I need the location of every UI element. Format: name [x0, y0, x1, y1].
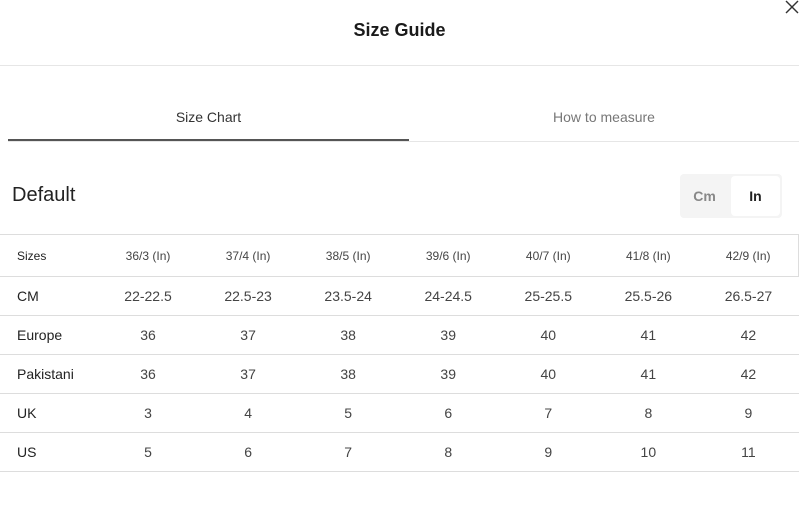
table-cell: 25.5-26: [598, 276, 699, 316]
table-cell: 37: [198, 354, 299, 394]
row-label: Europe: [0, 315, 98, 355]
section-title: Default: [12, 184, 76, 206]
table-cell: 38: [298, 354, 399, 394]
close-button[interactable]: [785, 0, 799, 14]
modal-title: Size Guide: [353, 20, 446, 40]
table-cell: 22.5-23: [198, 276, 299, 316]
tab-size-chart[interactable]: Size Chart: [8, 95, 409, 141]
table-header-row: Sizes 36/3 (In) 37/4 (In) 38/5 (In) 39/6…: [0, 234, 799, 277]
column-header: 37/4 (In): [198, 234, 299, 277]
table-cell: 26.5-27: [698, 276, 799, 316]
size-guide-modal: Size Guide Size Chart How to measure Def…: [0, 0, 799, 508]
table-cell: 39: [398, 354, 499, 394]
table-cell: 40: [498, 354, 599, 394]
table-cell: 8: [598, 393, 699, 433]
tab-bar: Size Chart How to measure: [8, 95, 799, 142]
table-cell: 9: [698, 393, 799, 433]
table-cell: 23.5-24: [298, 276, 399, 316]
unit-cm-button[interactable]: Cm: [680, 174, 729, 218]
column-header: 42/9 (In): [698, 234, 799, 277]
table-cell: 6: [198, 432, 299, 472]
column-header: 41/8 (In): [598, 234, 699, 277]
table-row: CM 22-22.5 22.5-23 23.5-24 24-24.5 25-25…: [0, 276, 799, 316]
row-label: CM: [0, 276, 98, 316]
column-header: 40/7 (In): [498, 234, 599, 277]
modal-header: Size Guide: [0, 0, 799, 66]
size-table: Sizes 36/3 (In) 37/4 (In) 38/5 (In) 39/6…: [0, 234, 799, 472]
table-cell: 37: [198, 315, 299, 355]
table-cell: 22-22.5: [98, 276, 199, 316]
table-cell: 6: [398, 393, 499, 433]
row-label: UK: [0, 393, 98, 433]
table-cell: 25-25.5: [498, 276, 599, 316]
table-cell: 36: [98, 354, 199, 394]
close-icon: [785, 0, 799, 14]
table-cell: 42: [698, 315, 799, 355]
table-cell: 9: [498, 432, 599, 472]
table-row: Pakistani 36 37 38 39 40 41 42: [0, 354, 799, 394]
row-label: Pakistani: [0, 354, 98, 394]
table-cell: 39: [398, 315, 499, 355]
table-row: UK 3 4 5 6 7 8 9: [0, 393, 799, 433]
table-cell: 5: [298, 393, 399, 433]
column-header: 38/5 (In): [298, 234, 399, 277]
column-header: 36/3 (In): [98, 234, 199, 277]
table-cell: 7: [498, 393, 599, 433]
table-cell: 3: [98, 393, 199, 433]
table-row: Europe 36 37 38 39 40 41 42: [0, 315, 799, 355]
table-cell: 40: [498, 315, 599, 355]
table-cell: 24-24.5: [398, 276, 499, 316]
table-row: US 5 6 7 8 9 10 11: [0, 432, 799, 472]
row-label: US: [0, 432, 98, 472]
table-cell: 42: [698, 354, 799, 394]
tab-how-to-measure[interactable]: How to measure: [409, 95, 799, 141]
unit-in-button[interactable]: In: [731, 176, 780, 216]
column-header: Sizes: [0, 234, 98, 277]
unit-toggle: Cm In: [680, 174, 782, 218]
table-cell: 36: [98, 315, 199, 355]
table-cell: 8: [398, 432, 499, 472]
table-cell: 5: [98, 432, 199, 472]
table-cell: 7: [298, 432, 399, 472]
column-header: 39/6 (In): [398, 234, 499, 277]
table-cell: 41: [598, 354, 699, 394]
table-cell: 41: [598, 315, 699, 355]
table-cell: 10: [598, 432, 699, 472]
table-cell: 4: [198, 393, 299, 433]
table-cell: 38: [298, 315, 399, 355]
table-cell: 11: [698, 432, 799, 472]
